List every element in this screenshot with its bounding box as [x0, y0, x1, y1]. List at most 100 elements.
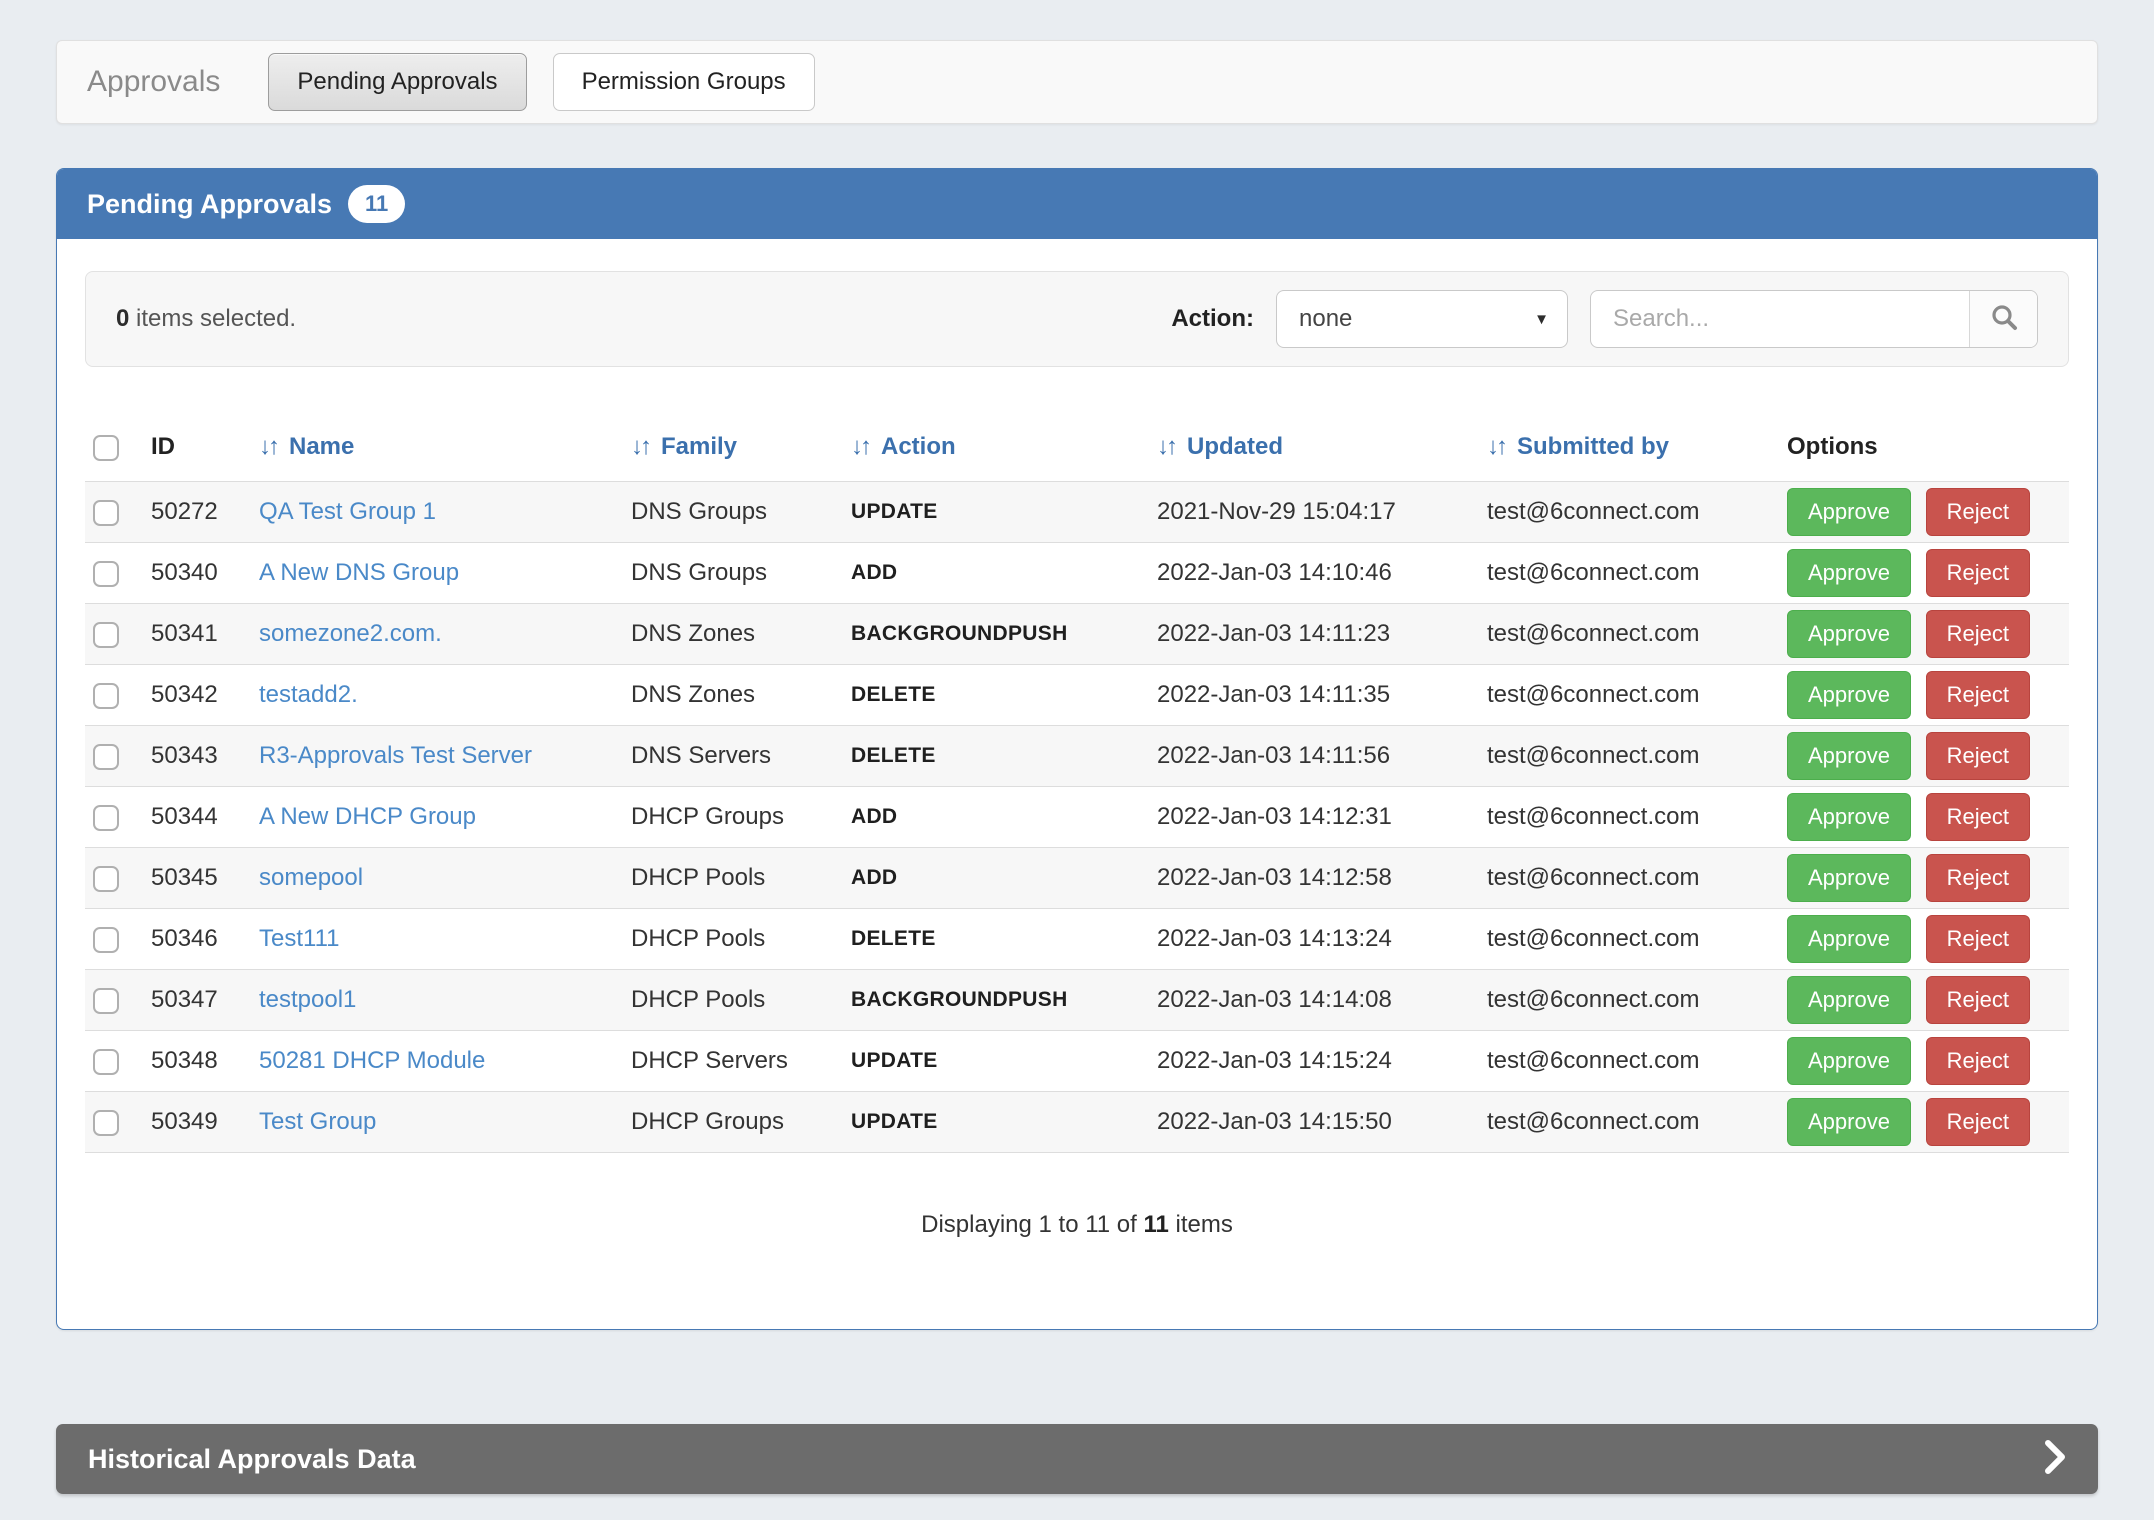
reject-button[interactable]: Reject: [1926, 915, 2030, 963]
row-action: DELETE: [843, 909, 1149, 970]
column-header-family[interactable]: ↓↑Family: [623, 421, 843, 482]
row-checkbox[interactable]: [93, 683, 119, 709]
approve-button[interactable]: Approve: [1787, 915, 1911, 963]
reject-button[interactable]: Reject: [1926, 610, 2030, 658]
name-cell: QA Test Group 1: [251, 482, 623, 543]
row-submitted-by: test@6connect.com: [1479, 482, 1779, 543]
reject-button[interactable]: Reject: [1926, 1098, 2030, 1146]
row-name-link[interactable]: somepool: [259, 864, 363, 891]
row-name-link[interactable]: Test Group: [259, 1108, 376, 1135]
row-id: 50341: [143, 604, 251, 665]
row-updated: 2022-Jan-03 14:15:50: [1149, 1092, 1479, 1153]
column-header-id: ID: [143, 421, 251, 482]
approve-button[interactable]: Approve: [1787, 854, 1911, 902]
row-name-link[interactable]: 50281 DHCP Module: [259, 1047, 485, 1074]
checkbox-cell: [85, 787, 143, 848]
approvals-table-wrap: ID↓↑Name↓↑Family↓↑Action↓↑Updated↓↑Submi…: [85, 421, 2069, 1329]
column-header-name[interactable]: ↓↑Name: [251, 421, 623, 482]
row-name-link[interactable]: R3-Approvals Test Server: [259, 742, 532, 769]
sort-icon: ↓↑: [259, 433, 277, 460]
select-all-checkbox[interactable]: [93, 435, 119, 461]
row-updated: 2022-Jan-03 14:13:24: [1149, 909, 1479, 970]
column-label: Action: [881, 433, 956, 460]
approvals-table: ID↓↑Name↓↑Family↓↑Action↓↑Updated↓↑Submi…: [85, 421, 2069, 1153]
row-checkbox[interactable]: [93, 805, 119, 831]
search-icon: [1989, 303, 2019, 336]
row-checkbox[interactable]: [93, 744, 119, 770]
row-updated: 2022-Jan-03 14:11:23: [1149, 604, 1479, 665]
reject-button[interactable]: Reject: [1926, 671, 2030, 719]
row-checkbox[interactable]: [93, 561, 119, 587]
row-checkbox[interactable]: [93, 866, 119, 892]
row-action: ADD: [843, 543, 1149, 604]
row-name-link[interactable]: Test111: [259, 925, 340, 952]
table-row: 50347 testpool1 DHCP Pools BACKGROUNDPUS…: [85, 970, 2069, 1031]
row-submitted-by: test@6connect.com: [1479, 665, 1779, 726]
action-dropdown[interactable]: none ▼: [1276, 290, 1568, 348]
row-updated: 2022-Jan-03 14:10:46: [1149, 543, 1479, 604]
row-name-link[interactable]: QA Test Group 1: [259, 498, 436, 525]
reject-button[interactable]: Reject: [1926, 793, 2030, 841]
reject-button[interactable]: Reject: [1926, 488, 2030, 536]
row-id: 50345: [143, 848, 251, 909]
row-checkbox[interactable]: [93, 988, 119, 1014]
approve-button[interactable]: Approve: [1787, 793, 1911, 841]
historical-approvals-title: Historical Approvals Data: [88, 1444, 416, 1475]
column-header-action[interactable]: ↓↑Action: [843, 421, 1149, 482]
panel-title: Pending Approvals: [87, 189, 332, 220]
tab-permission-groups[interactable]: Permission Groups: [553, 53, 815, 111]
row-id: 50347: [143, 970, 251, 1031]
approve-button[interactable]: Approve: [1787, 1098, 1911, 1146]
name-cell: testpool1: [251, 970, 623, 1031]
count-badge: 11: [348, 185, 405, 223]
reject-button[interactable]: Reject: [1926, 854, 2030, 902]
row-family: DNS Servers: [623, 726, 843, 787]
approve-button[interactable]: Approve: [1787, 1037, 1911, 1085]
row-action: ADD: [843, 787, 1149, 848]
row-name-link[interactable]: somezone2.com.: [259, 620, 442, 647]
column-header-updated[interactable]: ↓↑Updated: [1149, 421, 1479, 482]
search-input[interactable]: [1591, 291, 1969, 347]
name-cell: A New DNS Group: [251, 543, 623, 604]
checkbox-cell: [85, 970, 143, 1031]
approve-button[interactable]: Approve: [1787, 488, 1911, 536]
row-name-link[interactable]: A New DHCP Group: [259, 803, 476, 830]
table-row: 50342 testadd2. DNS Zones DELETE 2022-Ja…: [85, 665, 2069, 726]
row-name-link[interactable]: testpool1: [259, 986, 356, 1013]
tab-pending-approvals[interactable]: Pending Approvals: [268, 53, 526, 111]
sort-icon: ↓↑: [1487, 433, 1505, 460]
reject-button[interactable]: Reject: [1926, 1037, 2030, 1085]
row-submitted-by: test@6connect.com: [1479, 970, 1779, 1031]
row-checkbox[interactable]: [93, 1110, 119, 1136]
page-title: Approvals: [87, 65, 220, 99]
row-checkbox[interactable]: [93, 622, 119, 648]
approve-button[interactable]: Approve: [1787, 976, 1911, 1024]
reject-button[interactable]: Reject: [1926, 549, 2030, 597]
historical-approvals-bar[interactable]: Historical Approvals Data: [56, 1424, 2098, 1494]
reject-button[interactable]: Reject: [1926, 732, 2030, 780]
options-cell: Approve Reject: [1779, 604, 2069, 665]
options-cell: Approve Reject: [1779, 787, 2069, 848]
checkbox-cell: [85, 726, 143, 787]
row-checkbox[interactable]: [93, 500, 119, 526]
checkbox-cell: [85, 604, 143, 665]
name-cell: Test Group: [251, 1092, 623, 1153]
approve-button[interactable]: Approve: [1787, 671, 1911, 719]
approve-button[interactable]: Approve: [1787, 732, 1911, 780]
row-name-link[interactable]: A New DNS Group: [259, 559, 459, 586]
table-row: 50345 somepool DHCP Pools ADD 2022-Jan-0…: [85, 848, 2069, 909]
approve-button[interactable]: Approve: [1787, 610, 1911, 658]
row-checkbox[interactable]: [93, 927, 119, 953]
row-checkbox[interactable]: [93, 1049, 119, 1075]
approve-button[interactable]: Approve: [1787, 549, 1911, 597]
search-button[interactable]: [1969, 291, 2037, 347]
row-action: DELETE: [843, 726, 1149, 787]
checkbox-cell: [85, 665, 143, 726]
reject-button[interactable]: Reject: [1926, 976, 2030, 1024]
row-family: DHCP Servers: [623, 1031, 843, 1092]
row-updated: 2022-Jan-03 14:12:31: [1149, 787, 1479, 848]
pagination-prefix: Displaying 1 to 11 of: [921, 1211, 1137, 1238]
name-cell: A New DHCP Group: [251, 787, 623, 848]
column-header-submitted_by[interactable]: ↓↑Submitted by: [1479, 421, 1779, 482]
row-name-link[interactable]: testadd2.: [259, 681, 358, 708]
